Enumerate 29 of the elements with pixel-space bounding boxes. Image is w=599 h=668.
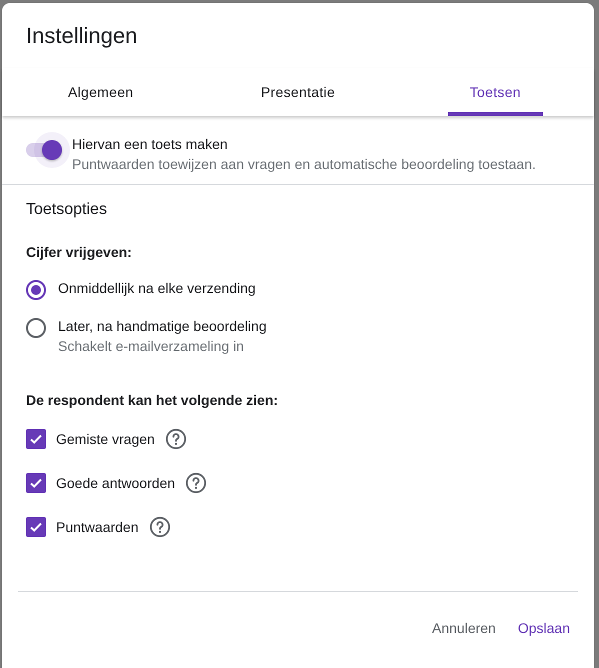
check-icon	[29, 432, 43, 446]
radio-button[interactable]	[26, 280, 46, 300]
section-title: Toetsopties	[26, 201, 108, 219]
dialog-title: Instellingen	[25, 22, 138, 50]
cancel-button[interactable]: Annuleren	[424, 612, 504, 644]
toggle-label: Hiervan een toets maken	[72, 136, 229, 152]
option-label: Gemiste vragen	[56, 431, 155, 447]
option-label: Puntwaarden	[56, 519, 139, 535]
option-label: Onmiddellijk na elke verzending	[58, 280, 256, 296]
radio-button[interactable]	[26, 318, 46, 338]
option-label: Later, na handmatige beoordeling	[58, 318, 267, 334]
option-label: Goede antwoorden	[56, 475, 176, 491]
toggle-description: Puntwaarden toewijzen aan vragen en automatische beoordeling toestaan.	[72, 156, 536, 172]
tab[interactable]: Presentatie	[238, 68, 358, 116]
option-hint: Schakelt e-mailverzameling in	[58, 338, 245, 354]
help-icon[interactable]	[148, 516, 171, 538]
quiz-switch[interactable]	[26, 143, 62, 157]
tab[interactable]: Toetsen	[448, 68, 543, 116]
check-icon	[29, 520, 43, 534]
group-heading: De respondent kan het volgende zien:	[26, 392, 280, 408]
checkbox[interactable]	[26, 517, 46, 537]
save-button[interactable]: Opslaan	[510, 612, 578, 644]
checkbox[interactable]	[26, 473, 46, 493]
help-icon[interactable]	[185, 472, 208, 494]
tab[interactable]: Algemeen	[46, 68, 156, 116]
checkbox[interactable]	[26, 429, 46, 449]
check-icon	[29, 476, 43, 490]
group-heading: Cijfer vrijgeven:	[26, 244, 133, 260]
help-icon[interactable]	[164, 428, 187, 450]
